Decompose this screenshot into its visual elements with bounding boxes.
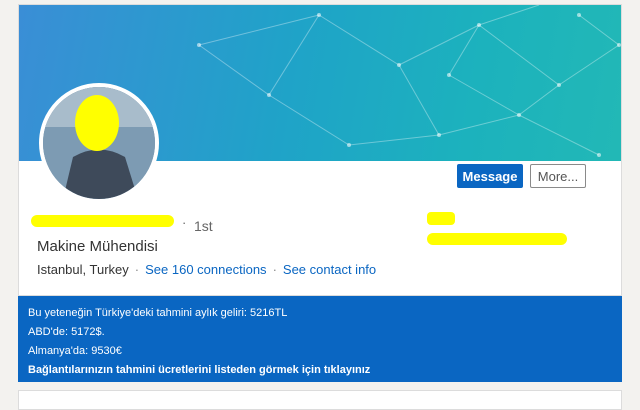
- salary-germany: Almanya'da: 9530€: [28, 345, 122, 357]
- separator-dot: ·: [182, 215, 187, 230]
- salary-usa: ABD'de: 5172$.: [28, 326, 105, 338]
- salary-turkey: Bu yeteneğin Türkiye'deki tahmini aylık …: [28, 307, 288, 319]
- salary-estimate-panel: Bu yeteneğin Türkiye'deki tahmini aylık …: [18, 296, 622, 382]
- separator-dot: ·: [134, 262, 140, 277]
- company-logo-redaction: [427, 212, 455, 225]
- see-connections-link[interactable]: See 160 connections: [145, 262, 266, 277]
- company-name-redaction: [427, 233, 567, 245]
- profile-headline: Makine Mühendisi: [37, 238, 158, 255]
- next-section-card: [18, 390, 622, 410]
- location-line: Istanbul, Turkey · See 160 connections · See…: [37, 262, 376, 277]
- message-button[interactable]: Message: [457, 164, 523, 188]
- avatar[interactable]: [39, 83, 159, 203]
- profile-card: · 1st Makine Mühendisi Istanbul, Turkey ·…: [18, 4, 622, 296]
- connection-degree: 1st: [194, 218, 213, 234]
- see-contact-info-link[interactable]: See contact info: [283, 262, 376, 277]
- location-text: Istanbul, Turkey: [37, 262, 129, 277]
- name-redaction: [31, 215, 174, 227]
- more-button[interactable]: More...: [530, 164, 586, 188]
- connections-salary-link[interactable]: Bağlantılarınızın tahmini ücretlerini li…: [28, 363, 612, 382]
- avatar-photo: [43, 87, 155, 199]
- separator-dot: ·: [272, 262, 277, 277]
